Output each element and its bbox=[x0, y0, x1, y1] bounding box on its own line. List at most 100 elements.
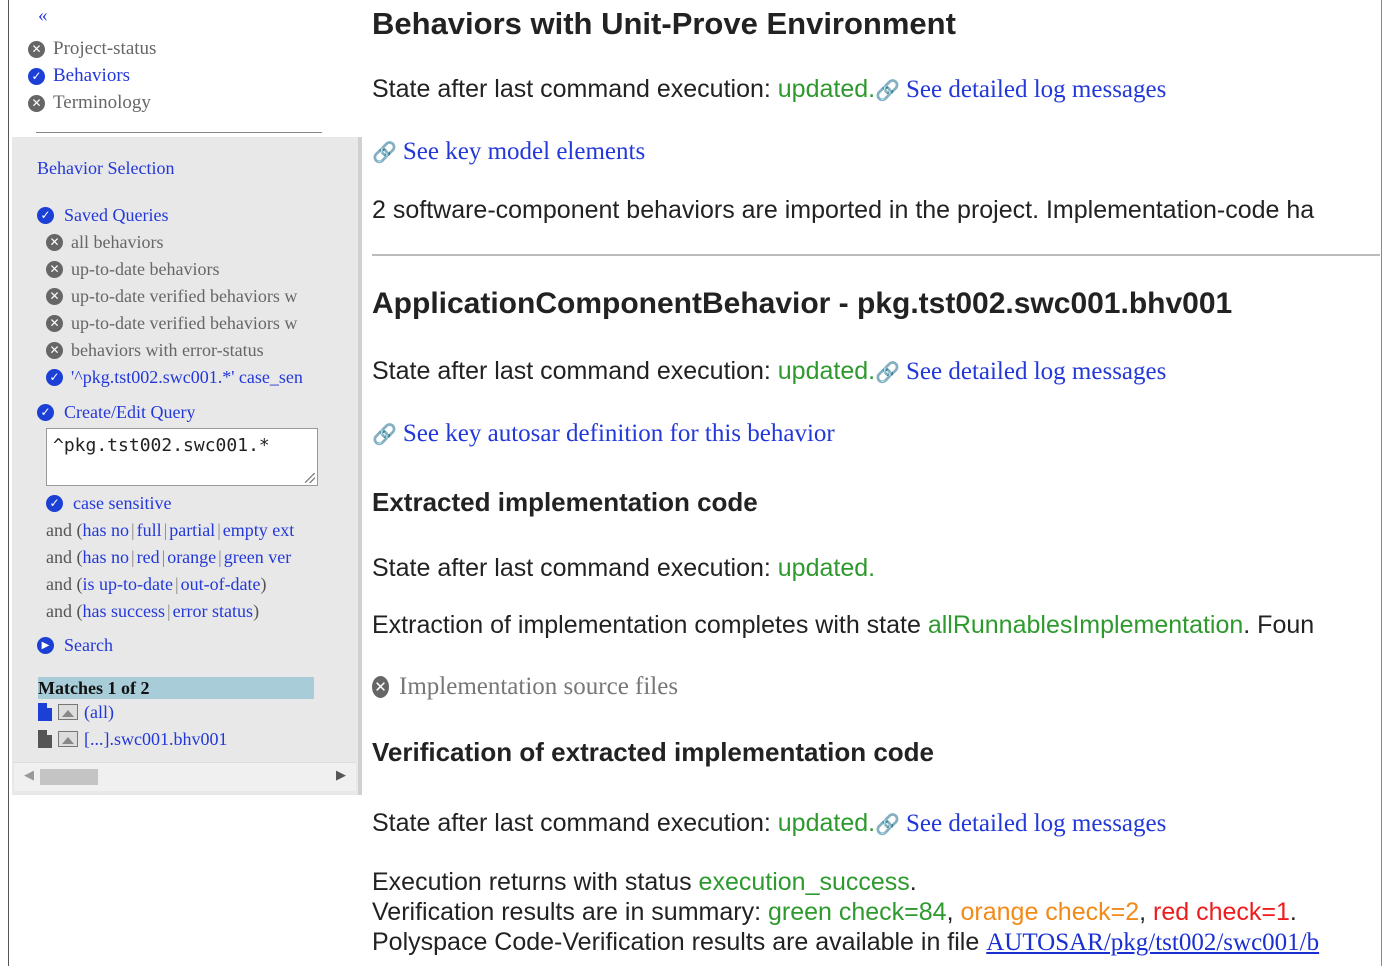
nav-item-behaviors[interactable]: ✓ Behaviors bbox=[28, 65, 130, 87]
horizontal-scrollbar[interactable]: ◀ ▶ bbox=[14, 762, 356, 791]
import-summary: 2 software-component behaviors are impor… bbox=[372, 196, 1315, 224]
filter-option[interactable]: empty ext bbox=[223, 520, 294, 540]
filter-prefix: and ( bbox=[46, 520, 83, 540]
green-check-count: green check=84 bbox=[767, 898, 947, 926]
main-content: Behaviors with Unit-Prove Environment St… bbox=[372, 0, 1380, 966]
state-value: updated bbox=[777, 357, 869, 385]
filter-prefix: and ( bbox=[46, 547, 83, 567]
create-edit-query-label: Create/Edit Query bbox=[64, 402, 196, 422]
check-circle-icon: ✓ bbox=[37, 403, 54, 421]
polyspace-file-link[interactable]: AUTOSAR/pkg/tst002/swc001/b bbox=[986, 929, 1319, 956]
extraction-suffix: . Foun bbox=[1243, 611, 1315, 639]
saved-queries-toggle[interactable]: ✓ Saved Queries bbox=[37, 204, 168, 226]
image-icon[interactable] bbox=[58, 704, 78, 720]
state-label: State after last command execution: bbox=[372, 75, 778, 103]
filter-option[interactable]: error status bbox=[173, 601, 253, 621]
red-check-count: red check=1 bbox=[1153, 898, 1290, 926]
filter-option[interactable]: orange bbox=[167, 547, 216, 567]
filter-separator: | bbox=[161, 547, 166, 567]
scrollbar-thumb[interactable] bbox=[40, 769, 98, 785]
search-label: Search bbox=[64, 635, 113, 655]
check-circle-icon: ✓ bbox=[46, 494, 63, 512]
scroll-right-icon[interactable]: ▶ bbox=[336, 768, 346, 783]
filter-option[interactable]: partial bbox=[169, 520, 215, 540]
match-item-bhv001[interactable]: [...].swc001.bhv001 bbox=[38, 728, 227, 750]
filter-suffix: ) bbox=[253, 601, 260, 621]
nav-item-terminology[interactable]: ✕ Terminology bbox=[28, 92, 151, 114]
state-line-1: State after last command execution: upda… bbox=[372, 74, 1166, 105]
case-sensitive-toggle[interactable]: ✓ case sensitive bbox=[46, 492, 171, 514]
behavior-selection-panel: Behavior Selection ✓ Saved Queries ✕ all… bbox=[12, 137, 362, 795]
saved-queries-label: Saved Queries bbox=[64, 205, 169, 225]
scroll-left-icon[interactable]: ◀ bbox=[24, 768, 34, 783]
saved-query-custom[interactable]: ✓ '^pkg.tst002.swc001.*' case_sen bbox=[46, 366, 356, 388]
filter-option[interactable]: green ver bbox=[224, 547, 291, 567]
state-label: State after last command execution: bbox=[372, 357, 778, 385]
filter-option[interactable]: is up-to-date bbox=[82, 574, 172, 594]
saved-query-label: up-to-date behaviors bbox=[71, 259, 220, 279]
window-border-right bbox=[1381, 0, 1382, 966]
play-circle-icon: ▶ bbox=[37, 636, 54, 654]
orange-check-count: orange check=2 bbox=[960, 898, 1140, 926]
filter-separator: | bbox=[163, 520, 168, 540]
query-text: ^pkg.tst002.swc001.* bbox=[53, 435, 270, 456]
close-circle-icon: ✕ bbox=[46, 287, 63, 305]
execution-period: . bbox=[909, 868, 917, 896]
window-border-left bbox=[8, 0, 9, 966]
autosar-definition-link[interactable]: 🔗 See key autosar definition for this beh… bbox=[372, 419, 835, 449]
saved-query-verified-1[interactable]: ✕ up-to-date verified behaviors w bbox=[46, 285, 356, 307]
document-icon bbox=[38, 730, 52, 748]
collapse-sidebar-button[interactable]: « bbox=[38, 6, 48, 26]
filter-option[interactable]: full bbox=[137, 520, 162, 540]
filter-status: and (has success | error status) bbox=[46, 600, 356, 622]
implementation-sources-label: Implementation source files bbox=[399, 673, 679, 700]
image-icon[interactable] bbox=[58, 731, 78, 747]
match-item-label: [...].swc001.bhv001 bbox=[84, 729, 228, 749]
summary-period: . bbox=[1289, 898, 1297, 926]
filter-option[interactable]: has success bbox=[82, 601, 164, 621]
resize-grip[interactable] bbox=[305, 473, 315, 483]
saved-query-label: up-to-date verified behaviors w bbox=[71, 313, 298, 333]
state-line-2: State after last command execution: upda… bbox=[372, 356, 1166, 387]
close-circle-icon: ✕ bbox=[372, 676, 389, 698]
saved-query-verified-2[interactable]: ✕ up-to-date verified behaviors w bbox=[46, 312, 356, 334]
query-textarea[interactable]: ^pkg.tst002.swc001.* bbox=[46, 428, 318, 486]
check-circle-icon: ✓ bbox=[28, 67, 45, 85]
check-circle-icon: ✓ bbox=[37, 206, 54, 224]
implementation-sources-toggle[interactable]: ✕ Implementation source files bbox=[372, 672, 678, 702]
document-icon bbox=[38, 703, 52, 721]
extraction-label: Extraction of implementation completes w… bbox=[372, 611, 928, 639]
separator: , bbox=[946, 898, 961, 926]
check-circle-icon: ✓ bbox=[46, 368, 63, 386]
link-label: See key model elements bbox=[402, 138, 646, 165]
results-label: Verification results are in summary: bbox=[372, 898, 768, 926]
saved-query-label: up-to-date verified behaviors w bbox=[71, 286, 298, 306]
filter-option[interactable]: has no bbox=[82, 520, 129, 540]
filter-option[interactable]: out-of-date bbox=[181, 574, 261, 594]
search-button[interactable]: ▶ Search bbox=[37, 634, 113, 656]
log-messages-link[interactable]: See detailed log messages bbox=[906, 76, 1166, 103]
link-icon: 🔗 bbox=[372, 140, 397, 164]
state-value: updated bbox=[777, 554, 869, 582]
saved-query-up-to-date[interactable]: ✕ up-to-date behaviors bbox=[46, 258, 356, 280]
link-icon: 🔗 bbox=[875, 360, 900, 384]
log-messages-link[interactable]: See detailed log messages bbox=[906, 810, 1166, 837]
saved-query-all-behaviors[interactable]: ✕ all behaviors bbox=[46, 231, 356, 253]
key-model-elements-link[interactable]: 🔗 See key model elements bbox=[372, 137, 645, 167]
close-circle-icon: ✕ bbox=[46, 233, 63, 251]
filter-option[interactable]: has no bbox=[82, 547, 129, 567]
log-messages-link[interactable]: See detailed log messages bbox=[906, 358, 1166, 385]
execution-status: Execution returns with status execution_… bbox=[372, 867, 917, 897]
filter-separator: | bbox=[130, 520, 135, 540]
close-circle-icon: ✕ bbox=[28, 94, 45, 112]
state-period: . bbox=[868, 554, 876, 582]
nav-item-label: Project-status bbox=[53, 38, 157, 59]
create-edit-query-toggle[interactable]: ✓ Create/Edit Query bbox=[37, 401, 195, 423]
nav-item-project-status[interactable]: ✕ Project-status bbox=[28, 38, 156, 60]
filter-option[interactable]: red bbox=[137, 547, 160, 567]
saved-query-error-status[interactable]: ✕ behaviors with error-status bbox=[46, 339, 356, 361]
case-sensitive-label: case sensitive bbox=[73, 493, 172, 513]
panel-title: Behavior Selection bbox=[37, 158, 175, 178]
match-item-all[interactable]: (all) bbox=[38, 701, 114, 723]
state-label: State after last command execution: bbox=[372, 809, 778, 837]
